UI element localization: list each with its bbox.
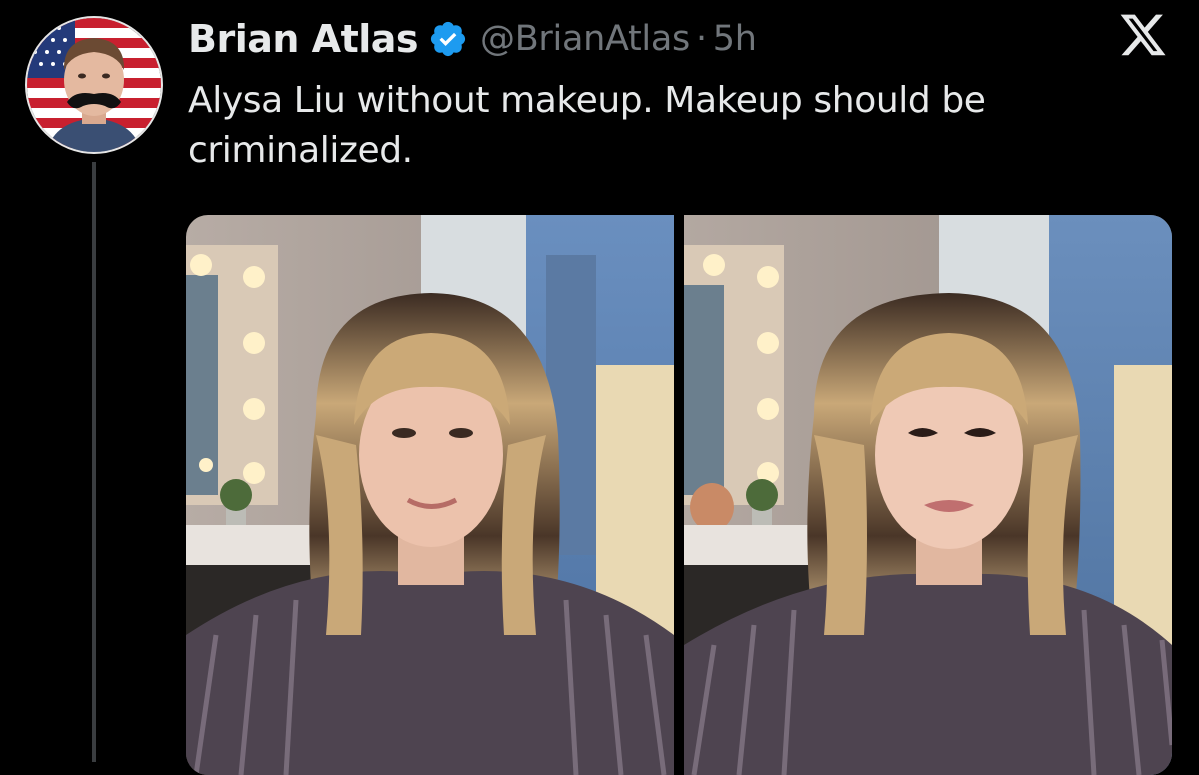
photo-with-makeup[interactable] [684, 215, 1172, 775]
header-separator: · [695, 19, 707, 59]
author-avatar[interactable] [25, 16, 163, 154]
tweet-header: Brian Atlas @BrianAtlas · 5h [188, 12, 757, 66]
author-display-name[interactable]: Brian Atlas [188, 17, 419, 61]
photo-without-makeup[interactable] [186, 215, 674, 775]
x-logo-icon [1118, 12, 1168, 60]
author-handle[interactable]: @BrianAtlas [480, 19, 690, 59]
tweet-text: Alysa Liu without makeup. Makeup should … [188, 80, 986, 171]
thread-line [92, 162, 96, 762]
verified-badge-icon [428, 19, 468, 59]
tweet-media[interactable] [186, 215, 1172, 775]
tweet-card[interactable]: Brian Atlas @BrianAtlas · 5h Alysa Liu w… [0, 0, 1199, 775]
tweet-timestamp[interactable]: 5h [713, 19, 757, 59]
